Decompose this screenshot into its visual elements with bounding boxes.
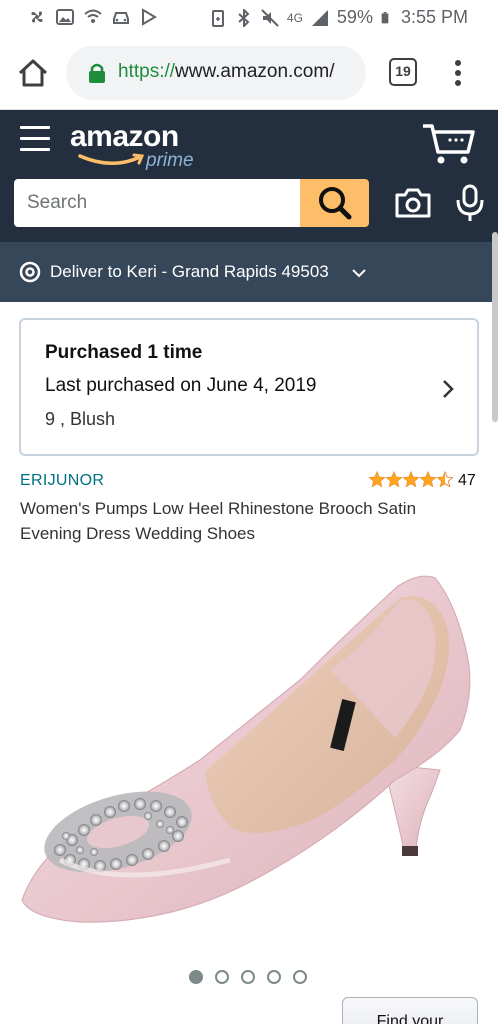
cart-icon[interactable] (420, 120, 476, 166)
location-pin-icon (19, 261, 41, 283)
star-icon (420, 472, 436, 487)
bluetooth-icon (238, 8, 250, 27)
product-title: Women's Pumps Low Heel Rhinestone Brooch… (20, 499, 417, 543)
deliver-to-text: Deliver to Keri - Grand Rapids 49503 (50, 262, 329, 281)
search-input[interactable] (14, 179, 300, 227)
hamburger-icon[interactable] (20, 126, 50, 154)
search-bar (14, 179, 369, 227)
product-image[interactable] (0, 560, 498, 960)
url-scheme: https:// (118, 61, 176, 82)
battery-icon (381, 11, 389, 23)
carousel-dot[interactable] (267, 970, 281, 984)
camera-icon[interactable] (394, 186, 432, 220)
clock: 3:55 PM (400, 7, 468, 27)
carousel-dot[interactable] (215, 970, 229, 984)
fan-icon (31, 11, 43, 23)
search-icon (319, 187, 352, 220)
carousel-dot[interactable] (293, 970, 307, 984)
amazon-header: amazon prime (0, 110, 498, 242)
wifi-icon (84, 9, 102, 23)
last-purchased-date: Last purchased on June 4, 2019 (45, 375, 317, 396)
battery-percent: 59% (336, 7, 373, 27)
mute-icon (261, 8, 279, 27)
battery-saver-icon (211, 9, 224, 27)
kebab-menu-icon[interactable] (448, 58, 468, 88)
signal-icon (311, 9, 328, 26)
tab-switcher-button[interactable]: 19 (389, 58, 417, 86)
page: 4G 59% 3:55 PM https://www.amazon.com/ 1… (0, 0, 498, 1024)
star-icon (369, 472, 385, 487)
carousel-dot[interactable] (241, 970, 255, 984)
search-button[interactable] (300, 179, 369, 227)
logo-word: amazon (70, 120, 179, 153)
address-bar[interactable]: https://www.amazon.com/ (66, 46, 366, 100)
purchase-count: Purchased 1 time (45, 342, 203, 363)
purchase-history-card[interactable]: Purchased 1 time Last purchased on June … (19, 318, 479, 456)
home-icon[interactable] (16, 56, 50, 90)
find-your-size-button[interactable]: Find your (342, 997, 478, 1024)
browser-toolbar: https://www.amazon.com/ 19 (0, 36, 498, 110)
logo-smile-icon (78, 153, 145, 165)
network-label: 4G (286, 10, 303, 25)
mic-icon[interactable] (455, 184, 485, 222)
image-icon (56, 9, 74, 25)
url-text: https://www.amazon.com/ (118, 61, 358, 83)
url-host: www.amazon.com/ (175, 61, 335, 82)
status-bar: 4G 59% 3:55 PM (0, 0, 498, 36)
lock-icon (89, 63, 105, 83)
logo-prime: prime (146, 150, 194, 171)
carousel-dot[interactable] (189, 970, 203, 984)
status-bar-notifications (28, 8, 158, 26)
purchased-variant: 9 , Blush (45, 409, 116, 429)
star-icon (403, 472, 419, 487)
car-icon (113, 12, 129, 24)
star-rating[interactable] (368, 471, 454, 489)
play-store-icon (142, 8, 157, 26)
amazon-prime-logo[interactable]: amazon prime (68, 118, 208, 178)
deliver-to-bar[interactable]: Deliver to Keri - Grand Rapids 49503 (0, 242, 498, 302)
status-bar-system: 4G 59% 3:55 PM (209, 7, 468, 28)
scrollbar[interactable] (492, 232, 498, 422)
chevron-right-icon (443, 380, 454, 398)
image-carousel-dots (189, 970, 307, 984)
chevron-down-icon (352, 269, 366, 278)
star-icon (386, 472, 402, 487)
review-count[interactable]: 47 (458, 472, 476, 490)
brand-link[interactable]: ERIJUNOR (20, 472, 104, 490)
